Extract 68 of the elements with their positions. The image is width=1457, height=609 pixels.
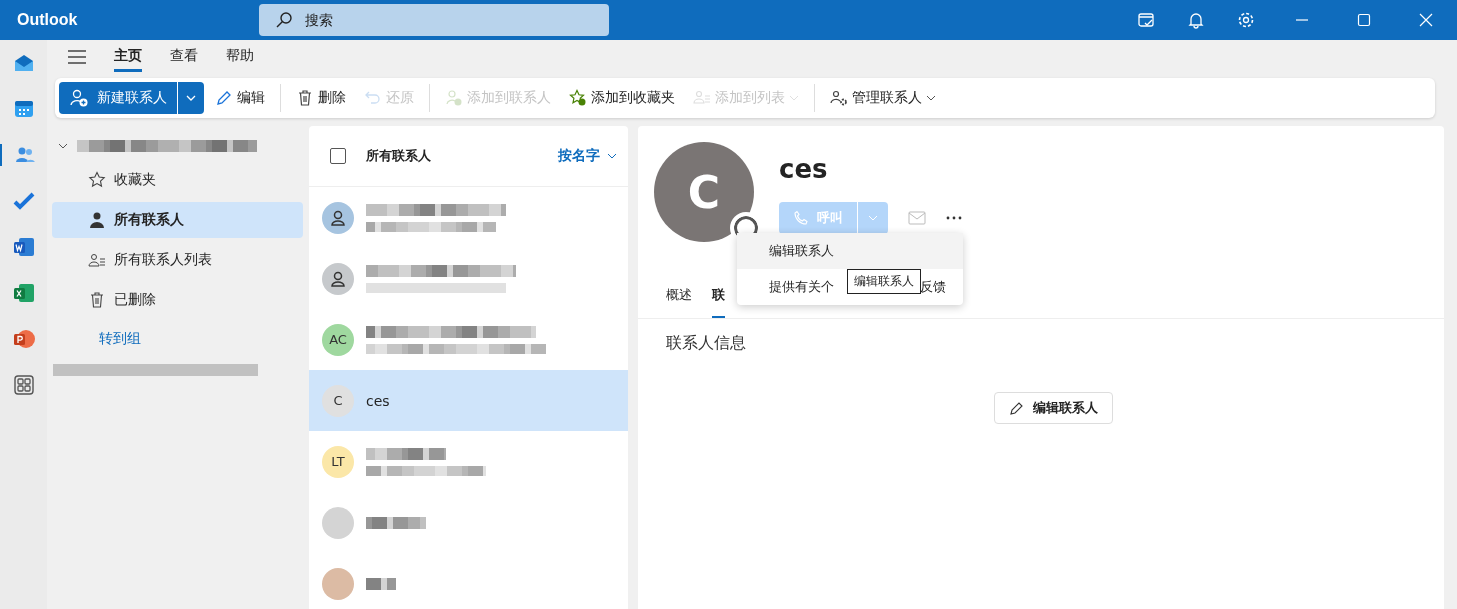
nav-item[interactable]: 所有联系人 bbox=[52, 202, 303, 238]
person-icon bbox=[329, 208, 347, 227]
bell-icon[interactable] bbox=[1187, 11, 1205, 29]
add-person-icon bbox=[445, 89, 463, 107]
ribbon-tab[interactable]: 帮助 bbox=[226, 42, 254, 72]
edit-button[interactable]: 编辑 bbox=[208, 82, 272, 114]
avatar: AC bbox=[322, 323, 354, 356]
powerpoint-icon[interactable] bbox=[12, 328, 35, 350]
blurred-text-drawing bbox=[366, 515, 426, 530]
search-icon bbox=[275, 11, 293, 29]
mail-icon[interactable] bbox=[12, 52, 35, 74]
edit-contact-button[interactable]: 编辑联系人 bbox=[994, 392, 1113, 424]
contact-name: ces bbox=[779, 154, 829, 186]
sort-button[interactable]: 按名字 bbox=[558, 147, 618, 165]
close-icon[interactable] bbox=[1419, 13, 1433, 27]
ribbon-tab[interactable]: 主页 bbox=[114, 42, 142, 72]
people-list-icon bbox=[88, 251, 106, 269]
menu-icon[interactable] bbox=[68, 50, 86, 64]
section-title: 联系人信息 bbox=[666, 333, 747, 354]
nav-item[interactable]: 已删除 bbox=[52, 282, 303, 318]
detail-tab[interactable]: 联 bbox=[712, 274, 725, 318]
contact-row[interactable]: LT bbox=[309, 431, 628, 492]
more-icon[interactable] bbox=[946, 216, 962, 220]
person-icon bbox=[88, 211, 106, 229]
word-icon[interactable] bbox=[12, 236, 35, 258]
contact-name: ces bbox=[366, 392, 390, 409]
pencil-icon bbox=[215, 89, 233, 107]
nav-item[interactable]: 所有联系人列表 bbox=[52, 242, 303, 278]
delete-button[interactable]: 删除 bbox=[289, 82, 353, 114]
search-field[interactable]: 搜索 bbox=[259, 4, 609, 36]
people-list-icon bbox=[693, 89, 711, 107]
people-settings-icon bbox=[830, 89, 848, 107]
settings-icon[interactable] bbox=[1237, 11, 1255, 29]
trash-icon bbox=[296, 89, 314, 107]
checkmark-icon[interactable] bbox=[12, 190, 35, 212]
star-add-icon bbox=[569, 89, 587, 107]
nav-item[interactable]: 收藏夹 bbox=[52, 162, 303, 198]
avatar: LT bbox=[322, 445, 354, 478]
pencil-icon bbox=[1009, 400, 1025, 416]
ribbon-tab[interactable]: 查看 bbox=[170, 42, 198, 72]
calendar-icon[interactable] bbox=[12, 98, 35, 120]
contact-row[interactable]: C ces bbox=[309, 370, 628, 431]
maximize-icon[interactable] bbox=[1357, 13, 1371, 27]
menu-item[interactable]: 提供有关个 bbox=[769, 278, 834, 296]
contact-row[interactable]: AC bbox=[309, 309, 628, 370]
app-title: Outlook bbox=[17, 11, 79, 29]
add-person-icon bbox=[69, 88, 89, 108]
favorite-button[interactable]: 添加到收藏夹 bbox=[562, 82, 682, 114]
apps-icon[interactable] bbox=[12, 374, 35, 396]
excel-icon[interactable] bbox=[12, 282, 35, 304]
undo-icon bbox=[364, 89, 382, 107]
menu-item[interactable]: 编辑联系人 bbox=[737, 233, 963, 269]
manage-button[interactable]: 管理联系人 bbox=[823, 82, 943, 114]
trash-icon bbox=[88, 291, 106, 309]
chevron-down-icon bbox=[789, 93, 799, 103]
go-to-groups-link[interactable]: 转到组 bbox=[99, 330, 141, 348]
detail-tab[interactable]: 概述 bbox=[666, 274, 692, 318]
menu-item[interactable]: 反馈 bbox=[920, 278, 946, 296]
star-icon bbox=[88, 171, 106, 189]
person-icon bbox=[329, 269, 347, 288]
calendar-check-icon[interactable] bbox=[1137, 11, 1155, 29]
chevron-down-icon bbox=[926, 93, 936, 103]
list-title: 所有联系人 bbox=[366, 147, 432, 165]
blurred-text-drawing bbox=[366, 576, 396, 591]
tooltip: 编辑联系人 bbox=[847, 269, 921, 294]
select-all-checkbox[interactable] bbox=[330, 148, 346, 164]
phone-icon bbox=[793, 210, 809, 226]
avatar: C bbox=[322, 384, 354, 417]
